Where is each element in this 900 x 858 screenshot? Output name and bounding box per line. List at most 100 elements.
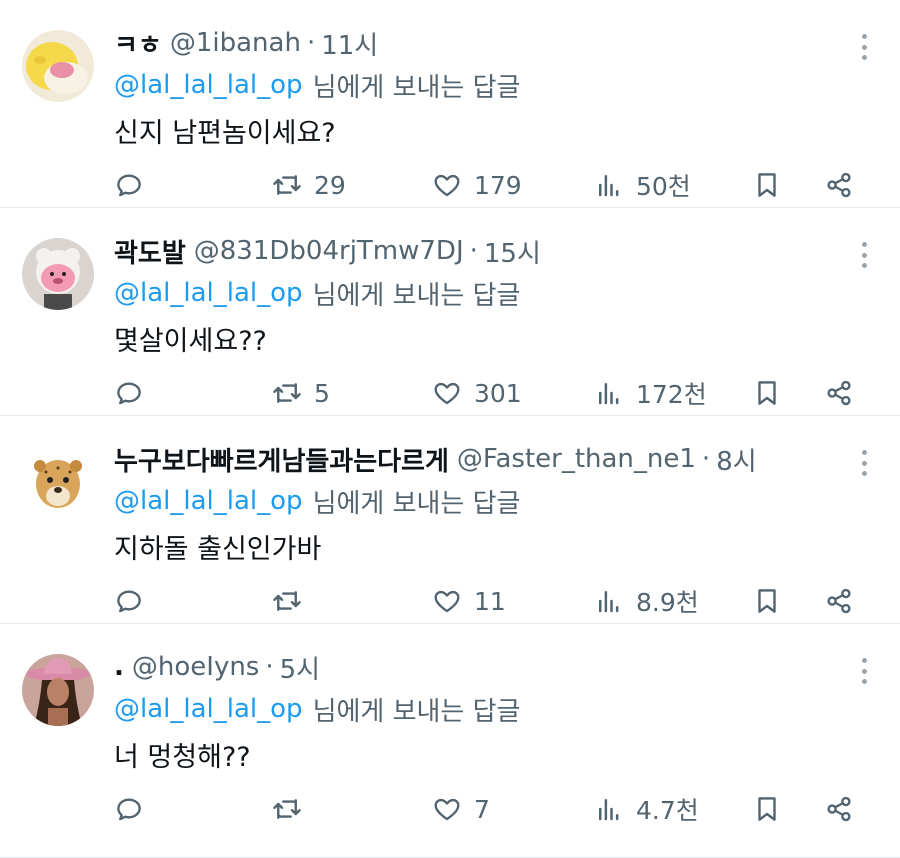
tweet-header: ㅋㅎ @1ibanah · 11시	[114, 22, 840, 64]
bookmark-button[interactable]	[752, 786, 782, 832]
avatar[interactable]	[22, 654, 94, 726]
reply-icon	[117, 798, 141, 821]
mention-link[interactable]: @lal_lal_lal_op	[114, 278, 303, 308]
reply-feed: ㅋㅎ @1ibanah · 11시 @lal_lal_lal_op 님에게 보내…	[0, 0, 900, 858]
timestamp[interactable]: 15시	[484, 233, 541, 270]
like-count: 7	[474, 794, 490, 824]
share-button[interactable]	[824, 370, 854, 416]
views-button[interactable]: 8.9천	[594, 578, 699, 624]
heart-icon	[434, 798, 460, 821]
analytics-icon	[599, 591, 619, 613]
more-options-icon[interactable]	[854, 658, 874, 684]
retweet-icon	[273, 591, 301, 611]
reply-button[interactable]	[114, 786, 156, 832]
share-icon	[827, 588, 851, 614]
action-bar: 29 179 50천	[114, 162, 860, 208]
like-button[interactable]: 11	[432, 578, 506, 624]
retweet-button[interactable]	[272, 786, 314, 832]
reply-context: @lal_lal_lal_op 님에게 보내는 답글	[114, 480, 840, 522]
share-button[interactable]	[824, 786, 854, 832]
mention-link[interactable]: @lal_lal_lal_op	[114, 486, 303, 516]
reply-label: 님에게 보내는 답글	[312, 72, 521, 103]
view-count: 50천	[636, 172, 691, 201]
tweet-text: 너 멍청해??	[114, 741, 251, 773]
view-count: 172천	[636, 380, 707, 409]
share-button[interactable]	[824, 162, 854, 208]
like-button[interactable]: 179	[432, 162, 522, 208]
user-handle[interactable]: @831Db04rjTmw7DJ	[194, 236, 464, 266]
more-options-icon[interactable]	[854, 242, 874, 268]
retweet-count: 29	[314, 170, 346, 200]
views-button[interactable]: 50천	[594, 162, 691, 208]
tweet-text: 신지 남편놈이세요?	[114, 117, 336, 149]
bookmark-icon	[758, 381, 776, 405]
retweet-icon	[273, 175, 301, 195]
like-count: 179	[474, 170, 522, 200]
retweet-icon	[273, 383, 301, 403]
display-name[interactable]: 누구보다빠르게남들과는다르게	[114, 441, 449, 478]
tweet-text: 지하돌 출신인가바	[114, 533, 322, 565]
bookmark-icon	[758, 797, 776, 821]
user-handle[interactable]: @Faster_than_ne1	[457, 444, 696, 474]
reply-button[interactable]	[114, 370, 156, 416]
more-options-icon[interactable]	[854, 34, 874, 60]
timestamp[interactable]: 8시	[716, 441, 756, 478]
mention-link[interactable]: @lal_lal_lal_op	[114, 694, 303, 724]
bookmark-icon	[758, 173, 776, 197]
timestamp[interactable]: 11시	[321, 25, 378, 62]
share-icon	[827, 380, 851, 406]
avatar[interactable]	[22, 30, 94, 102]
retweet-button[interactable]: 5	[272, 370, 330, 416]
action-bar: 5 301 172천	[114, 370, 860, 416]
reply-tweet[interactable]: . @hoeIyns · 5시 @lal_lal_lal_op 님에게 보내는 …	[0, 624, 900, 858]
tweet-header: 곽도발 @831Db04rjTmw7DJ · 15시	[114, 230, 840, 272]
share-icon	[827, 796, 851, 822]
more-options-icon[interactable]	[854, 450, 874, 476]
reply-context: @lal_lal_lal_op 님에게 보내는 답글	[114, 64, 840, 106]
avatar[interactable]	[22, 238, 94, 310]
analytics-icon	[599, 175, 619, 197]
yellow-plush-avatar-icon	[22, 30, 94, 102]
share-icon	[827, 172, 851, 198]
bookmark-button[interactable]	[752, 578, 782, 624]
user-handle[interactable]: @1ibanah	[170, 28, 301, 58]
tweet-header: 누구보다빠르게남들과는다르게 @Faster_than_ne1 · 8시	[114, 438, 840, 480]
retweet-icon	[273, 799, 301, 819]
bookmark-icon	[758, 589, 776, 613]
views-button[interactable]: 4.7천	[594, 786, 699, 832]
display-name[interactable]: ㅋㅎ	[114, 25, 162, 62]
bookmark-button[interactable]	[752, 370, 782, 416]
views-button[interactable]: 172천	[594, 370, 707, 416]
avatar[interactable]	[22, 446, 94, 518]
mention-link[interactable]: @lal_lal_lal_op	[114, 70, 303, 100]
reply-context: @lal_lal_lal_op 님에게 보내는 답글	[114, 688, 840, 730]
reply-tweet[interactable]: 누구보다빠르게남들과는다르게 @Faster_than_ne1 · 8시 @la…	[0, 416, 900, 624]
reply-icon	[117, 174, 141, 197]
like-button[interactable]: 301	[432, 370, 522, 416]
analytics-icon	[599, 799, 619, 821]
cheetah-avatar-icon	[22, 446, 94, 518]
reply-button[interactable]	[114, 578, 156, 624]
reply-icon	[117, 590, 141, 613]
bookmark-button[interactable]	[752, 162, 782, 208]
reply-button[interactable]	[114, 162, 156, 208]
like-count: 11	[474, 586, 506, 616]
separator: ·	[469, 236, 478, 266]
display-name[interactable]: .	[114, 652, 124, 682]
like-button[interactable]: 7	[432, 786, 490, 832]
timestamp[interactable]: 5시	[280, 649, 320, 686]
share-button[interactable]	[824, 578, 854, 624]
reply-icon	[117, 382, 141, 405]
reply-context: @lal_lal_lal_op 님에게 보내는 답글	[114, 272, 840, 314]
retweet-button[interactable]: 29	[272, 162, 346, 208]
user-handle[interactable]: @hoeIyns	[132, 652, 259, 682]
reply-tweet[interactable]: 곽도발 @831Db04rjTmw7DJ · 15시 @lal_lal_lal_…	[0, 208, 900, 416]
display-name[interactable]: 곽도발	[114, 233, 186, 270]
reply-tweet[interactable]: ㅋㅎ @1ibanah · 11시 @lal_lal_lal_op 님에게 보내…	[0, 0, 900, 208]
retweet-button[interactable]	[272, 578, 314, 624]
reply-label: 님에게 보내는 답글	[312, 280, 521, 311]
retweet-count: 5	[314, 378, 330, 408]
separator: ·	[306, 28, 316, 58]
like-count: 301	[474, 378, 522, 408]
action-bar: 11 8.9천	[114, 578, 860, 624]
